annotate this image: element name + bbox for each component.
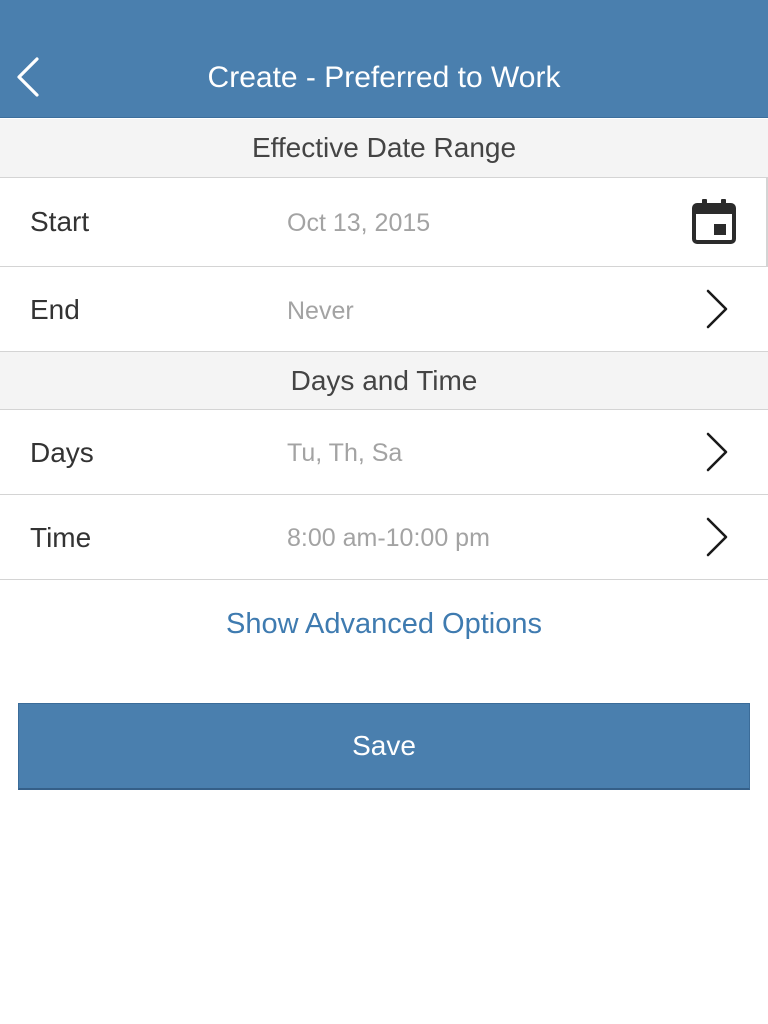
chevron-right-icon (704, 517, 730, 557)
section-title: Effective Date Range (251, 132, 517, 163)
chevron-right-icon (704, 432, 730, 472)
app-header: Create - Preferred to Work (0, 0, 768, 118)
save-button-label: Save (352, 730, 416, 761)
chevron-right-icon (704, 289, 730, 329)
days-value: Tu, Th, Sa (287, 439, 403, 467)
time-row[interactable]: Time 8:00 am-10:00 pm (0, 495, 768, 580)
end-label: End (30, 294, 80, 325)
section-title: Days and Time (290, 365, 478, 396)
time-label: Time (30, 522, 92, 553)
days-label: Days (30, 437, 94, 468)
end-date-row[interactable]: End Never (0, 267, 768, 352)
page-title: Create - Preferred to Work (207, 61, 561, 94)
days-row[interactable]: Days Tu, Th, Sa (0, 410, 768, 495)
start-date-row[interactable]: Start Oct 13, 2015 (0, 178, 768, 267)
time-value: 8:00 am-10:00 pm (287, 524, 490, 552)
save-button[interactable]: Save (18, 703, 750, 790)
start-label: Start (30, 206, 90, 237)
section-header-days-time: Days and Time (0, 352, 768, 410)
start-value: Oct 13, 2015 (287, 209, 431, 237)
show-advanced-options-link[interactable]: Show Advanced Options (0, 604, 768, 644)
section-header-date-range: Effective Date Range (0, 119, 768, 178)
end-value: Never (287, 297, 354, 325)
calendar-icon[interactable] (690, 199, 738, 245)
